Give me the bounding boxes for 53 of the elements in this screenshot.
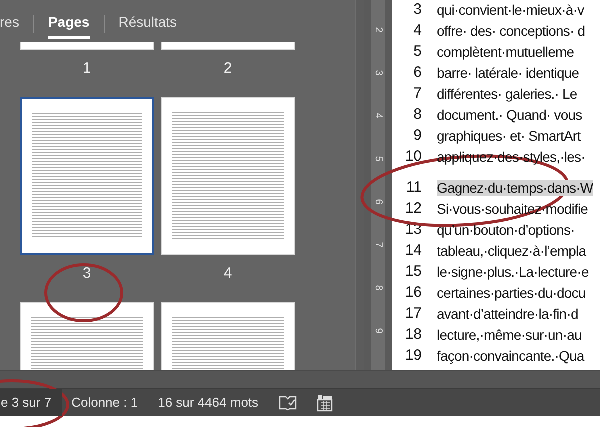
document-text-line: graphiques· et· SmartArt: [437, 128, 581, 144]
line-number: 12: [404, 200, 422, 217]
page-thumbnail[interactable]: [20, 97, 154, 255]
ruler-number: 2: [372, 27, 385, 33]
book-check-icon[interactable]: [278, 394, 297, 410]
page-number: 3: [82, 264, 92, 284]
layout-grid-icon[interactable]: [316, 394, 333, 412]
ruler-number: 9: [372, 328, 385, 334]
document-text-line: différentes· galeries.· Le: [437, 86, 578, 102]
document-text-line: lecture,·même·sur·un·au: [437, 326, 582, 342]
line-number: 5: [412, 43, 422, 60]
status-item[interactable]: Colonne : 1: [62, 389, 148, 416]
line-number: 19: [404, 347, 422, 364]
nav-tab[interactable]: Pages: [48, 10, 90, 38]
document-text-line: complètent·mutuelleme: [437, 44, 574, 60]
line-number: 10: [404, 148, 422, 165]
nav-tab[interactable]: Résultats: [118, 10, 178, 38]
ruler-number: 3: [372, 70, 385, 76]
document-text-line: tableau,·cliquez·à·l’empla: [437, 242, 586, 258]
line-number: 8: [412, 106, 422, 123]
line-number: 16: [404, 284, 422, 301]
document-text-line: qu’un·bouton·d’options·: [437, 222, 575, 238]
page-number: 1: [82, 59, 92, 79]
line-number: 4: [412, 22, 422, 39]
line-number: 6: [412, 64, 422, 81]
line-number: 18: [404, 326, 422, 343]
document-text-line: qui·convient·le·mieux·à·v: [437, 2, 584, 18]
scrollbar-track[interactable]: [355, 0, 364, 370]
ruler-number: 8: [372, 285, 385, 291]
line-number: 14: [404, 242, 422, 259]
status-item[interactable]: 16 sur 4464 mots: [148, 389, 269, 416]
ruler-number: 4: [372, 113, 385, 119]
document-text-line: façon·convaincante.·Qua: [437, 348, 584, 364]
line-number: 3: [412, 1, 422, 18]
line-number: 15: [404, 263, 422, 280]
line-number: 7: [412, 85, 422, 102]
nav-tab[interactable]: res: [0, 10, 20, 38]
document-text-line: le·signe·plus.·La·lecture·e: [437, 264, 589, 280]
line-number: 17: [404, 305, 422, 322]
document-text-line: certaines·parties·du·docu: [437, 284, 586, 300]
status-item[interactable]: e 3 sur 7: [0, 389, 62, 416]
line-number: 9: [412, 127, 422, 144]
document-text-line: barre· latérale· identique: [437, 64, 580, 80]
document-text-line: avant·d’atteindre·la·fin·d: [437, 306, 578, 322]
page-number: 4: [224, 264, 232, 284]
line-number: 11: [405, 179, 422, 196]
ruler-number: 6: [372, 199, 385, 205]
document-text-line: document.· Quand· vous: [437, 106, 582, 122]
document-text-line: offre· des· conceptions· d: [437, 22, 586, 38]
ruler-number: 7: [372, 242, 385, 248]
page-number: 2: [224, 59, 232, 79]
ruler-number: 5: [372, 156, 385, 162]
horizontal-scrollbar[interactable]: [0, 370, 600, 388]
